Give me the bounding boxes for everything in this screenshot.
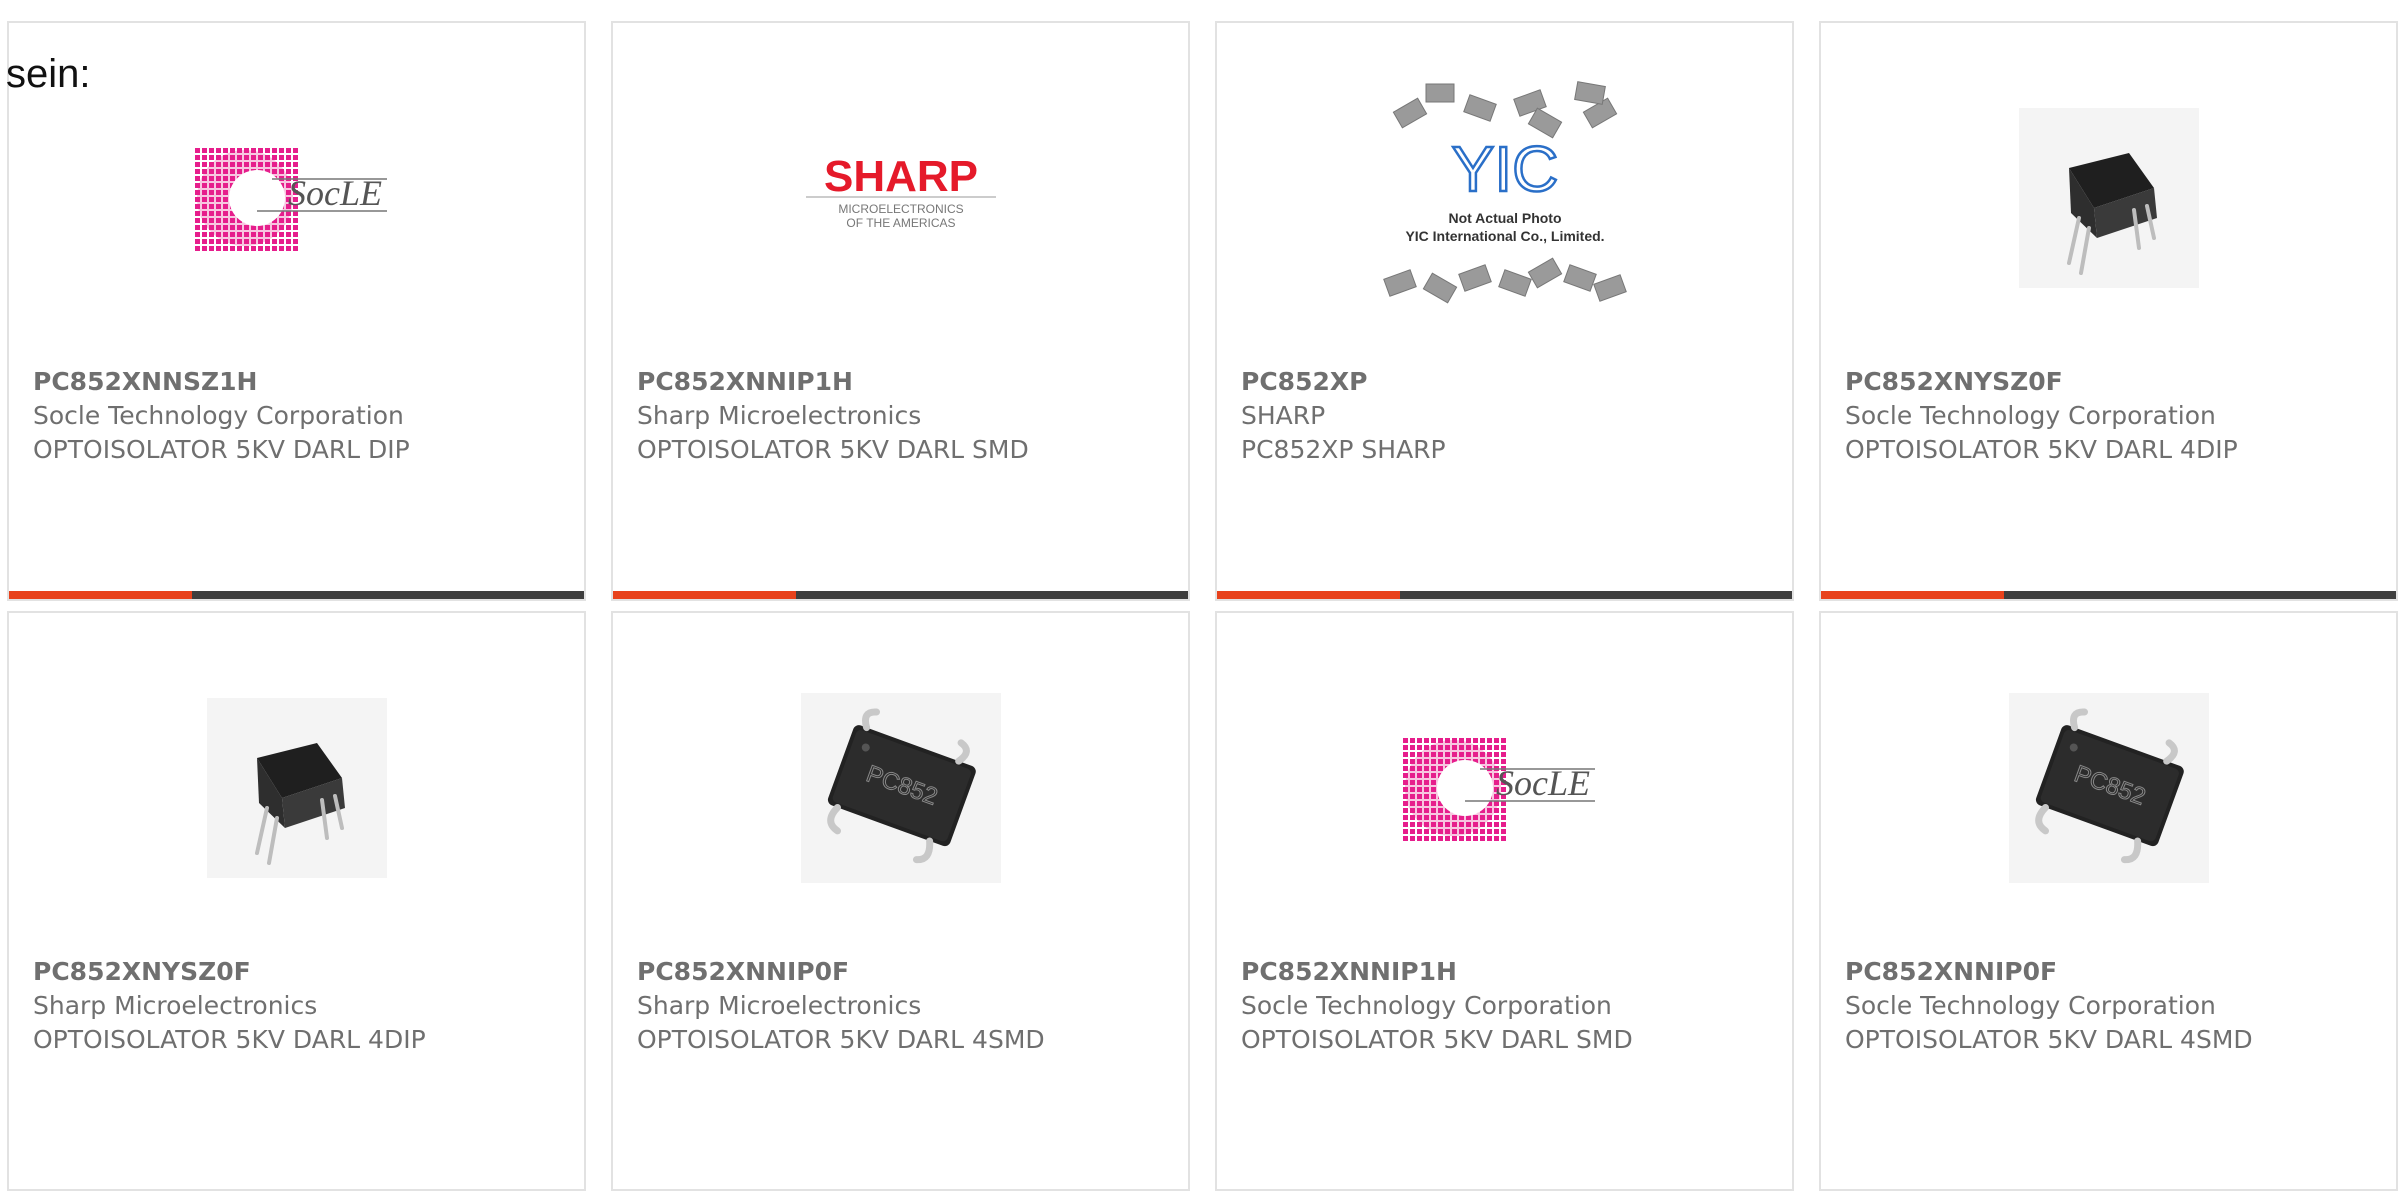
socle-logo-image: SocLE — [1402, 738, 1595, 841]
product-description: OPTOISOLATOR 5KV DARL SMD — [637, 435, 1029, 464]
socle-logo-image: SocLE — [194, 148, 387, 251]
product-description: OPTOISOLATOR 5KV DARL SMD — [1241, 1025, 1633, 1054]
product-card[interactable]: SocLE PC852XNNSZ1H Socle Technology Corp… — [7, 21, 586, 601]
product-part-number[interactable]: PC852XNNIP1H — [637, 365, 1178, 399]
svg-text:YIC International Co., Limited: YIC International Co., Limited. — [1405, 228, 1604, 244]
svg-text:OF THE AMERICAS: OF THE AMERICAS — [846, 216, 955, 230]
product-image[interactable]: SocLE — [9, 73, 584, 323]
product-part-number[interactable]: PC852XP — [1241, 365, 1782, 399]
product-description: OPTOISOLATOR 5KV DARL 4SMD — [1845, 1025, 2253, 1054]
product-manufacturer: Sharp Microelectronics — [33, 991, 318, 1020]
product-description: OPTOISOLATOR 5KV DARL 4DIP — [33, 1025, 426, 1054]
product-part-number[interactable]: PC852XNNIP0F — [637, 955, 1178, 989]
product-image[interactable] — [1821, 73, 2396, 323]
card-accent-bar — [1217, 591, 1792, 599]
card-accent-bar — [1821, 591, 2396, 599]
product-part-number[interactable]: PC852XNNIP0F — [1845, 955, 2386, 989]
product-card[interactable]: PC852 PC852XNNIP0F Sharp Microelectronic… — [611, 611, 1190, 1191]
product-card[interactable]: SHARP MICROELECTRONICS OF THE AMERICAS P… — [611, 21, 1190, 601]
product-image[interactable]: SHARP MICROELECTRONICS OF THE AMERICAS — [613, 73, 1188, 323]
smd-chip-image: PC852 — [800, 693, 1001, 883]
product-manufacturer: Socle Technology Corporation — [1845, 401, 2216, 430]
product-image[interactable]: PC852 — [1821, 663, 2396, 913]
product-description: OPTOISOLATOR 5KV DARL DIP — [33, 435, 410, 464]
yic-placeholder-image: YIC Not Actual Photo YIC International C… — [1382, 81, 1627, 304]
product-card[interactable]: YIC Not Actual Photo YIC International C… — [1215, 21, 1794, 601]
product-part-number[interactable]: PC852XNNSZ1H — [33, 365, 574, 399]
product-description: PC852XP SHARP — [1241, 435, 1446, 464]
smd-chip-image: PC852 — [2008, 693, 2209, 883]
product-part-number[interactable]: PC852XNNIP1H — [1241, 955, 1782, 989]
dip-chip-image — [2018, 108, 2199, 288]
intro-text: sein: — [6, 52, 91, 96]
product-manufacturer: Socle Technology Corporation — [1845, 991, 2216, 1020]
product-image[interactable]: PC852 — [613, 663, 1188, 913]
product-card[interactable]: SocLE PC852XNNIP1H Socle Technology Corp… — [1215, 611, 1794, 1191]
dip-chip-image — [206, 698, 387, 878]
product-part-number[interactable]: PC852XNYSZ0F — [1845, 365, 2386, 399]
product-manufacturer: Socle Technology Corporation — [33, 401, 404, 430]
product-card[interactable]: PC852XNYSZ0F Socle Technology Corporatio… — [1819, 21, 2398, 601]
product-image[interactable]: YIC Not Actual Photo YIC International C… — [1217, 73, 1792, 323]
product-card[interactable]: PC852XNYSZ0F Sharp Microelectronics OPTO… — [7, 611, 586, 1191]
product-image[interactable] — [9, 663, 584, 913]
svg-text:YIC: YIC — [1451, 133, 1558, 205]
svg-text:Not Actual Photo: Not Actual Photo — [1448, 210, 1561, 226]
sharp-logo-image: SHARP MICROELECTRONICS OF THE AMERICAS — [805, 152, 996, 230]
product-image[interactable]: SocLE — [1217, 663, 1792, 913]
product-manufacturer: SHARP — [1241, 401, 1326, 430]
product-description: OPTOISOLATOR 5KV DARL 4DIP — [1845, 435, 2238, 464]
product-card[interactable]: PC852 PC852XNNIP0F Socle Technology Corp… — [1819, 611, 2398, 1191]
product-manufacturer: Sharp Microelectronics — [637, 991, 922, 1020]
card-accent-bar — [613, 591, 1188, 599]
svg-text:MICROELECTRONICS: MICROELECTRONICS — [838, 202, 963, 216]
svg-text:SHARP: SHARP — [823, 152, 977, 201]
product-description: OPTOISOLATOR 5KV DARL 4SMD — [637, 1025, 1045, 1054]
product-manufacturer: Socle Technology Corporation — [1241, 991, 1612, 1020]
card-accent-bar — [9, 591, 584, 599]
product-manufacturer: Sharp Microelectronics — [637, 401, 922, 430]
product-part-number[interactable]: PC852XNYSZ0F — [33, 955, 574, 989]
